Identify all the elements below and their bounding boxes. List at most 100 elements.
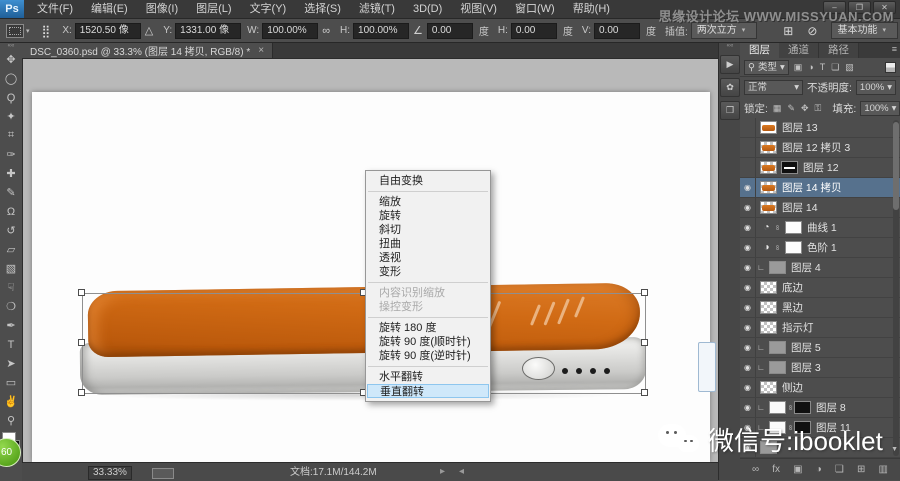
- hand-tool[interactable]: ✌: [0, 392, 22, 411]
- menu-file[interactable]: 文件(F): [28, 0, 82, 18]
- warp-mode-toggle-icon[interactable]: ⊞: [783, 24, 793, 38]
- layer-row[interactable]: ◉ 图层 12: [740, 158, 900, 178]
- history-brush-tool[interactable]: ↺: [0, 221, 22, 240]
- eye-cell[interactable]: ◉: [740, 178, 756, 197]
- layer-name[interactable]: 图层 12: [803, 160, 839, 175]
- layer-thumbnail[interactable]: [760, 181, 777, 194]
- fill-dropdown[interactable]: 100% ▾: [860, 101, 900, 116]
- layer-thumbnail[interactable]: [760, 201, 777, 214]
- layer-mask-thumbnail[interactable]: [785, 221, 802, 234]
- eye-icon[interactable]: ◉: [744, 243, 751, 252]
- eye-cell[interactable]: ◉: [740, 338, 756, 357]
- menu-item-flip-vertical[interactable]: 垂直翻转: [367, 384, 489, 398]
- adjustment-layer-icon[interactable]: ◑: [816, 464, 822, 475]
- layer-thumbnail[interactable]: [769, 401, 786, 414]
- quick-selection-tool[interactable]: ✦: [0, 107, 22, 126]
- tab-channels[interactable]: 通道: [779, 42, 819, 58]
- filter-type-dropdown[interactable]: ⚲ 类型 ▾: [744, 60, 789, 75]
- layer-mask-thumbnail[interactable]: [781, 161, 798, 174]
- new-group-icon[interactable]: ❏: [835, 464, 844, 475]
- link-layers-icon[interactable]: ∞: [752, 464, 759, 475]
- marquee-tool[interactable]: ◯: [0, 69, 22, 88]
- eye-cell[interactable]: ◉: [740, 358, 756, 377]
- layer-name[interactable]: 色阶 1: [807, 240, 837, 255]
- layer-name[interactable]: 图层 13: [782, 120, 818, 135]
- layer-row[interactable]: ◉ 侧边: [740, 378, 900, 398]
- eye-icon[interactable]: ◉: [744, 283, 751, 292]
- layer-row-selected[interactable]: ◉ 图层 14 拷贝: [740, 178, 900, 198]
- lock-position-icon[interactable]: ✥: [801, 103, 809, 114]
- scroll-down-icon[interactable]: ▼: [891, 446, 898, 453]
- filter-adjustment-icon[interactable]: ◑: [808, 62, 813, 72]
- layer-name[interactable]: 图层 14 拷贝: [782, 180, 842, 195]
- eye-cell[interactable]: ◉: [740, 238, 756, 257]
- layer-name[interactable]: 图层 14: [782, 200, 818, 215]
- lock-pixels-icon[interactable]: ✎: [787, 103, 795, 114]
- layer-row[interactable]: ◉ 图层 12 拷贝 3: [740, 138, 900, 158]
- layer-row[interactable]: ◉ 指示灯: [740, 318, 900, 338]
- layers-scrollbar-thumb[interactable]: [893, 122, 899, 210]
- eye-icon[interactable]: ◉: [744, 403, 751, 412]
- dock-expand-icon[interactable]: ««: [727, 42, 734, 51]
- menu-type[interactable]: 文字(Y): [241, 0, 296, 18]
- shape-tool[interactable]: ▭: [0, 373, 22, 392]
- layer-row[interactable]: ◉ 图层 13: [740, 118, 900, 138]
- layer-row[interactable]: ◉ ◔ ∞ 曲线 1: [740, 218, 900, 238]
- menu-select[interactable]: 选择(S): [295, 0, 350, 18]
- menu-item-distort[interactable]: 扭曲: [366, 237, 490, 251]
- layer-row[interactable]: ◉ 黑边: [740, 298, 900, 318]
- zoom-tool[interactable]: ⚲: [0, 411, 22, 430]
- clone-stamp-tool[interactable]: Ω: [0, 202, 22, 221]
- opacity-dropdown[interactable]: 100% ▾: [856, 80, 896, 95]
- eye-icon[interactable]: ◉: [744, 363, 751, 372]
- layer-name[interactable]: 曲线 1: [807, 220, 837, 235]
- pen-tool[interactable]: ✒: [0, 316, 22, 335]
- path-selection-tool[interactable]: ➤: [0, 354, 22, 373]
- layer-row[interactable]: ◉ ∟ 图层 4: [740, 258, 900, 278]
- eye-icon[interactable]: ◉: [744, 203, 751, 212]
- move-tool[interactable]: ✥: [0, 50, 22, 69]
- reference-point-widget[interactable]: ⣿: [42, 24, 51, 38]
- tab-paths[interactable]: 路径: [819, 42, 859, 58]
- height-field[interactable]: 100.00%: [353, 23, 409, 39]
- eye-cell[interactable]: ◉: [740, 218, 756, 237]
- transform-handle-e[interactable]: [641, 339, 648, 346]
- close-document-icon[interactable]: ×: [258, 45, 264, 56]
- properties-panel-icon[interactable]: ❒: [720, 101, 740, 120]
- eye-cell[interactable]: ◉: [740, 138, 756, 157]
- vskew-field[interactable]: 0.00: [594, 23, 640, 39]
- menu-window[interactable]: 窗口(W): [506, 0, 564, 18]
- actions-panel-icon[interactable]: ▶: [720, 55, 740, 74]
- menu-edit[interactable]: 编辑(E): [82, 0, 137, 18]
- lock-transparent-icon[interactable]: ▦: [773, 103, 782, 114]
- menu-item-free-transform[interactable]: 自由变换: [366, 174, 490, 188]
- menu-item-rotate-90-ccw[interactable]: 旋转 90 度(逆时针): [366, 349, 490, 363]
- layer-name[interactable]: 指示灯: [782, 320, 814, 335]
- transform-handle-ne[interactable]: [641, 289, 648, 296]
- layer-name[interactable]: 黑边: [782, 300, 803, 315]
- transform-handle-nw[interactable]: [78, 289, 85, 296]
- eye-icon[interactable]: ◉: [744, 323, 751, 332]
- layer-thumbnail[interactable]: [760, 301, 777, 314]
- transform-handle-se[interactable]: [641, 389, 648, 396]
- menu-item-flip-horizontal[interactable]: 水平翻转: [366, 370, 490, 384]
- dodge-tool[interactable]: ❍: [0, 297, 22, 316]
- menu-item-perspective[interactable]: 透视: [366, 251, 490, 265]
- document-tab[interactable]: DSC_0360.psd @ 33.3% (图层 14 拷贝, RGB/8) *…: [22, 42, 273, 58]
- filter-type-icon[interactable]: T: [820, 62, 826, 72]
- layer-thumbnail[interactable]: [760, 381, 777, 394]
- layer-row[interactable]: ◉ ∟ 图层 5: [740, 338, 900, 358]
- eraser-tool[interactable]: ▱: [0, 240, 22, 259]
- layer-thumbnail[interactable]: [760, 281, 777, 294]
- levels-adjustment-icon[interactable]: ◑: [760, 241, 773, 254]
- history-panel-icon[interactable]: ✿: [720, 78, 740, 97]
- menu-item-skew[interactable]: 斜切: [366, 223, 490, 237]
- layer-thumbnail[interactable]: [769, 341, 786, 354]
- tab-layers[interactable]: 图层: [740, 42, 779, 58]
- eyedropper-tool[interactable]: ✑: [0, 145, 22, 164]
- eye-icon[interactable]: ◉: [744, 343, 751, 352]
- lock-all-icon[interactable]: ⚿: [815, 103, 822, 114]
- smudge-tool[interactable]: ☟: [0, 278, 22, 297]
- layer-row[interactable]: ◉ ∟ ∞ 图层 8: [740, 398, 900, 418]
- relative-position-icon[interactable]: △: [145, 24, 153, 37]
